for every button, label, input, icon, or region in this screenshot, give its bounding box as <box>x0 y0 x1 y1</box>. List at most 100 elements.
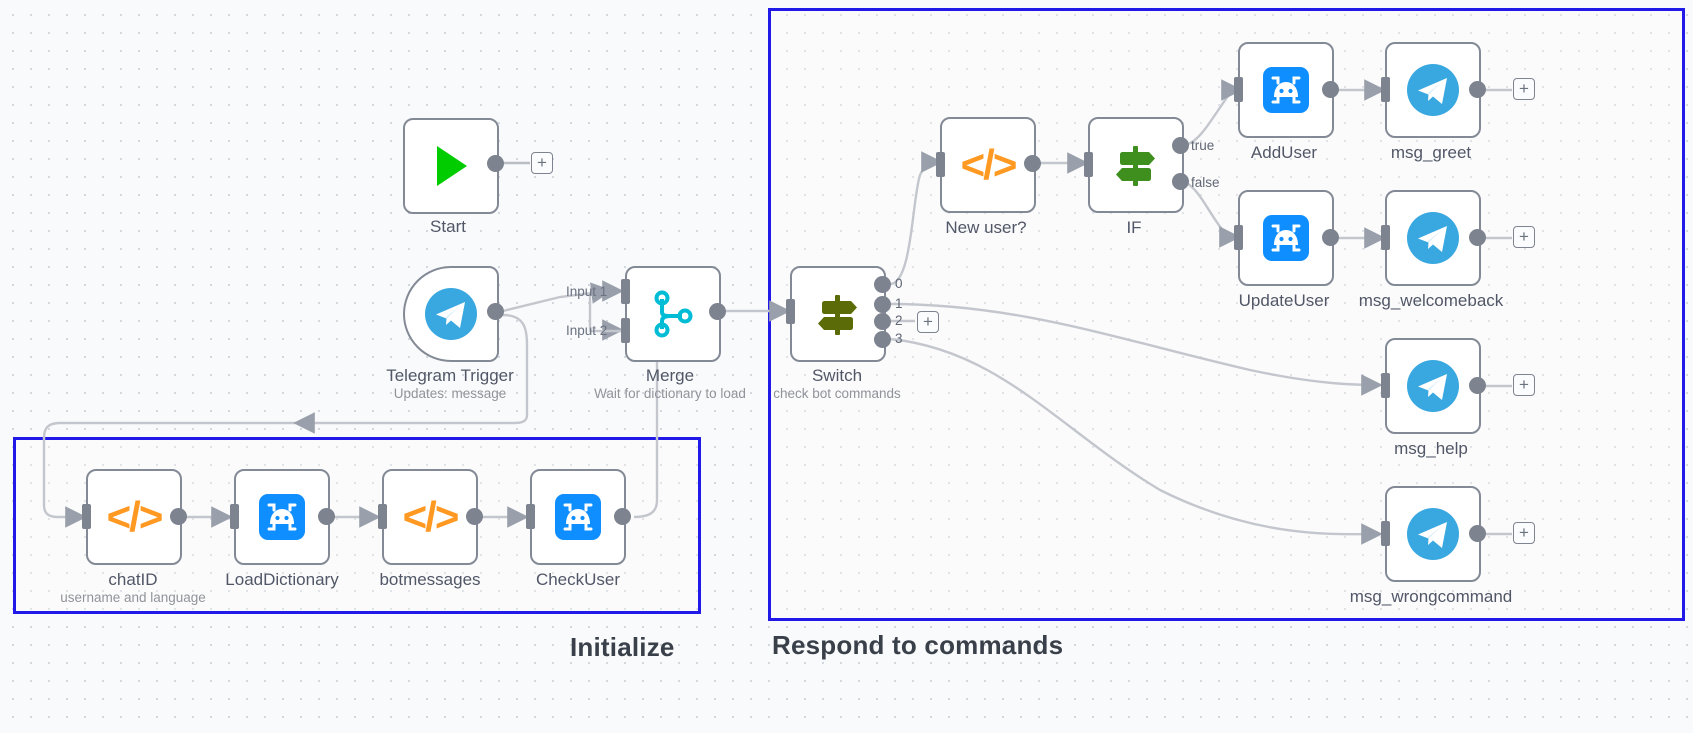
database-bot-icon <box>1257 61 1315 119</box>
switch-output-1-label: 1 <box>895 296 903 311</box>
node-caption-add-user: AddUser <box>1250 143 1318 162</box>
msg-wrongcommand-input-bar[interactable] <box>1381 521 1390 546</box>
switch-output-0-dot[interactable] <box>874 276 891 293</box>
node-merge[interactable] <box>625 266 721 362</box>
msg-welcomeback-output-dot[interactable] <box>1469 229 1486 246</box>
chatid-output-dot[interactable] <box>170 508 187 525</box>
telegram-trigger-output-dot[interactable] <box>487 303 504 320</box>
if-output-true-dot[interactable] <box>1172 137 1189 154</box>
update-user-input-bar[interactable] <box>1234 225 1243 250</box>
signpost-icon <box>809 285 867 343</box>
node-subtitle-telegram-trigger: Updates: message <box>393 386 507 401</box>
signpost-icon <box>1107 136 1165 194</box>
node-caption-if: IF <box>1126 218 1142 237</box>
node-caption-checkuser: CheckUser <box>535 570 621 589</box>
group-label-respond: Respond to commands <box>772 630 1064 660</box>
node-msg-welcomeback[interactable] <box>1385 190 1481 286</box>
loaddictionary-output-dot[interactable] <box>318 508 335 525</box>
node-msg-wrongcommand[interactable] <box>1385 486 1481 582</box>
msg-greet-output-dot[interactable] <box>1469 81 1486 98</box>
code-icon: </> <box>960 141 1018 188</box>
if-output-true-label: true <box>1191 138 1215 153</box>
msg-help-output-dot[interactable] <box>1469 377 1486 394</box>
telegram-icon <box>422 285 480 343</box>
node-caption-msg-welcomeback: msg_welcomeback <box>1358 291 1504 310</box>
telegram-icon <box>1404 209 1462 267</box>
msg-help-input-bar[interactable] <box>1381 373 1390 398</box>
node-subtitle-merge: Wait for dictionary to load <box>594 386 746 401</box>
msg-welcomeback-input-bar[interactable] <box>1381 225 1390 250</box>
botmessages-output-dot[interactable] <box>466 508 483 525</box>
msg-greet-input-bar[interactable] <box>1381 77 1390 102</box>
start-add-button[interactable]: + <box>531 152 553 174</box>
node-caption-merge: Merge <box>645 366 695 385</box>
switch-output-3-dot[interactable] <box>874 331 891 348</box>
merge-output-dot[interactable] <box>709 303 726 320</box>
node-switch[interactable] <box>790 266 886 362</box>
merge-input-2-label: Input 2 <box>566 323 608 338</box>
database-bot-icon <box>253 488 311 546</box>
node-start[interactable] <box>403 118 499 214</box>
node-caption-msg-wrongcommand: msg_wrongcommand <box>1349 587 1513 606</box>
node-subtitle-switch: check bot commands <box>773 386 901 401</box>
node-caption-msg-help: msg_help <box>1394 439 1468 458</box>
msg-wrongcommand-output-dot[interactable] <box>1469 525 1486 542</box>
play-icon <box>422 137 480 195</box>
node-msg-greet[interactable] <box>1385 42 1481 138</box>
if-output-false-label: false <box>1191 175 1220 190</box>
node-new-user[interactable]: </> <box>940 117 1036 213</box>
msg-welcomeback-add-button[interactable]: + <box>1513 226 1535 248</box>
switch-output-2-label: 2 <box>895 313 903 328</box>
telegram-icon <box>1404 357 1462 415</box>
switch-output-1-dot[interactable] <box>874 296 891 313</box>
switch-output-3-label: 3 <box>895 331 903 346</box>
node-caption-loaddictionary: LoadDictionary <box>225 570 339 589</box>
if-output-false-dot[interactable] <box>1172 173 1189 190</box>
merge-input-1-label: Input 1 <box>566 284 608 299</box>
node-msg-help[interactable] <box>1385 338 1481 434</box>
if-input-bar[interactable] <box>1084 152 1093 177</box>
workflow-canvas[interactable]: Initialize Respond to commands + Start T… <box>0 0 1693 733</box>
switch-output-2-dot[interactable] <box>874 313 891 330</box>
merge-input-1-bar[interactable] <box>621 279 630 304</box>
checkuser-output-dot[interactable] <box>614 508 631 525</box>
node-caption-new-user: New user? <box>945 218 1027 237</box>
add-user-input-bar[interactable] <box>1234 77 1243 102</box>
switch-output-2-add-button[interactable]: + <box>917 311 939 333</box>
node-caption-switch: Switch <box>811 366 863 385</box>
node-checkuser[interactable] <box>530 469 626 565</box>
telegram-icon <box>1404 61 1462 119</box>
node-botmessages[interactable]: </> <box>382 469 478 565</box>
botmessages-input-bar[interactable] <box>378 504 387 529</box>
node-if[interactable] <box>1088 117 1184 213</box>
node-caption-msg-greet: msg_greet <box>1390 143 1472 162</box>
database-bot-icon <box>1257 209 1315 267</box>
msg-greet-add-button[interactable]: + <box>1513 78 1535 100</box>
group-label-initialize: Initialize <box>570 632 675 662</box>
update-user-output-dot[interactable] <box>1322 229 1339 246</box>
group-box-respond[interactable] <box>768 8 1685 621</box>
add-user-output-dot[interactable] <box>1322 81 1339 98</box>
new-user-output-dot[interactable] <box>1024 155 1041 172</box>
start-output-dot[interactable] <box>487 155 504 172</box>
node-loaddictionary[interactable] <box>234 469 330 565</box>
node-caption-update-user: UpdateUser <box>1238 291 1330 310</box>
switch-input-bar[interactable] <box>786 299 795 324</box>
telegram-icon <box>1404 505 1462 563</box>
node-telegram-trigger[interactable] <box>403 266 499 362</box>
new-user-input-bar[interactable] <box>936 152 945 177</box>
chatid-input-bar[interactable] <box>82 504 91 529</box>
node-add-user[interactable] <box>1238 42 1334 138</box>
merge-icon <box>644 285 702 343</box>
msg-help-add-button[interactable]: + <box>1513 374 1535 396</box>
code-icon: </> <box>402 493 460 540</box>
node-update-user[interactable] <box>1238 190 1334 286</box>
node-subtitle-chatid: username and language <box>60 590 206 605</box>
switch-output-0-label: 0 <box>895 276 903 291</box>
loaddictionary-input-bar[interactable] <box>230 504 239 529</box>
checkuser-input-bar[interactable] <box>526 504 535 529</box>
node-chatid[interactable]: </> <box>86 469 182 565</box>
merge-input-2-bar[interactable] <box>621 318 630 343</box>
code-icon: </> <box>106 493 164 540</box>
msg-wrongcommand-add-button[interactable]: + <box>1513 522 1535 544</box>
